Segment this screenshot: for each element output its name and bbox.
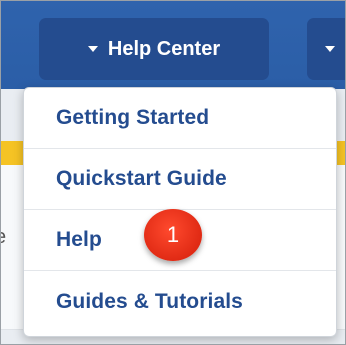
menu-item-quickstart-guide[interactable]: Quickstart Guide — [24, 149, 336, 210]
menu-item-guides-tutorials[interactable]: Guides & Tutorials — [24, 271, 336, 332]
menu-item-getting-started[interactable]: Getting Started — [24, 88, 336, 149]
top-nav-bar: Help Center — [1, 1, 345, 89]
caret-down-icon — [88, 38, 98, 61]
help-center-dropdown-button[interactable]: Help Center — [39, 18, 269, 80]
help-center-label: Help Center — [107, 37, 221, 60]
screenshot-frame: Help Center e Getting Started Quickstart… — [0, 0, 346, 345]
callout-badge: 1 — [144, 209, 202, 261]
secondary-dropdown-button[interactable] — [307, 18, 345, 80]
background-text: e — [1, 226, 6, 249]
caret-down-icon — [325, 46, 335, 52]
